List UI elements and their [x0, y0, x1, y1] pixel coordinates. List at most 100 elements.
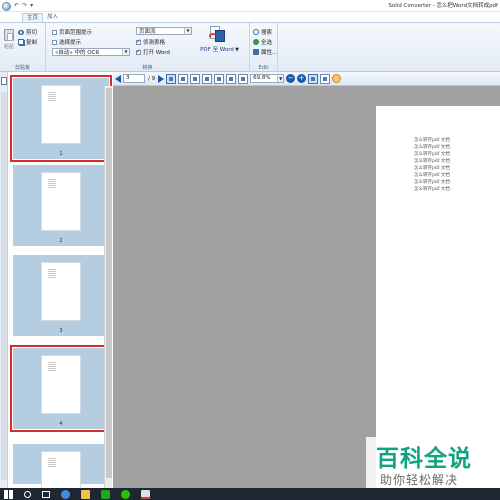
document-text-line: 怎么转存pdf 文档 — [414, 187, 450, 192]
document-text-line: 怎么转存pdf 文档 — [414, 180, 450, 185]
taskbar — [0, 488, 500, 500]
properties-label: 属性... — [261, 50, 278, 56]
page-range-hint-checkbox[interactable]: 页面范围提示 — [52, 28, 92, 36]
thumbnail-page-number: 1 — [59, 151, 63, 157]
document-viewport[interactable]: 怎么转存pdf 文档 怎么转存pdf 文档 怎么转存pdf 文档 怎么转存pdf… — [113, 86, 500, 488]
ocr-dropdown-value: «自动» 中的 OCR — [55, 50, 100, 56]
next-page-icon[interactable] — [158, 74, 165, 83]
app-logo-icon[interactable] — [2, 1, 11, 11]
search-label: 搜索 — [261, 30, 273, 36]
continuous-view-icon[interactable] — [178, 73, 189, 84]
edge-browser-icon[interactable] — [61, 489, 70, 499]
edit-group-label: Edit — [258, 65, 269, 71]
chevron-down-icon[interactable]: ▼ — [122, 49, 129, 55]
chevron-down-icon[interactable]: ▼ — [184, 28, 191, 34]
cut-button[interactable]: 剪切 — [18, 28, 37, 36]
snapshot-tool-icon[interactable] — [320, 73, 331, 84]
solid-converter-taskbar-icon[interactable] — [141, 489, 150, 499]
single-page-view-icon[interactable] — [166, 73, 177, 84]
pdf-to-word-icon — [208, 25, 226, 43]
detect-tables-checkbox[interactable]: 侦测表格 — [136, 38, 165, 46]
clipboard-group: 粘贴 剪切 复制 剪贴板 — [0, 23, 46, 72]
thumbnail-panel: 1 2 3 4 — [8, 72, 113, 500]
properties-button[interactable]: 属性... — [253, 48, 277, 56]
pdf-to-word-button[interactable]: PDF 至 Word ▼ — [194, 25, 240, 59]
convert-group: 页面范围提示 选择提示 «自动» 中的 OCR ▼ 页面流 ▼ 侦测表格 打开 … — [46, 23, 250, 72]
hand-tool-icon[interactable] — [332, 74, 342, 83]
document-text-line: 怎么转存pdf 文档 — [414, 145, 450, 150]
left-side-strip — [0, 72, 8, 488]
open-word-label: 打开 Word — [143, 50, 170, 56]
page-flow-dropdown-value: 页面流 — [139, 29, 156, 35]
document-page: 怎么转存pdf 文档 怎么转存pdf 文档 怎么转存pdf 文档 怎么转存pdf… — [376, 106, 500, 488]
properties-icon — [253, 49, 259, 55]
facing-view-icon[interactable] — [190, 73, 201, 84]
quick-access-toolbar: ↶ ↷ ▾ — [2, 1, 33, 11]
search-button[interactable]: 搜索 — [253, 28, 272, 36]
document-text-line: 怎么转存pdf 文档 — [414, 152, 450, 157]
ocr-dropdown[interactable]: «自动» 中的 OCR ▼ — [52, 48, 130, 56]
search-icon[interactable] — [24, 490, 31, 498]
thumbnail-scrollbar[interactable] — [104, 86, 112, 488]
select-tool-icon[interactable] — [308, 73, 319, 84]
task-view-icon[interactable] — [42, 490, 50, 498]
file-explorer-icon[interactable] — [81, 489, 90, 499]
watermark-brand: 百科全说 — [376, 446, 472, 472]
page-thumbnail[interactable]: 2 — [13, 165, 109, 246]
copy-button[interactable]: 复制 — [18, 38, 37, 46]
copy-label: 复制 — [26, 40, 38, 46]
select-all-icon — [253, 39, 259, 45]
redo-button[interactable]: ↷ — [22, 1, 27, 11]
undo-button[interactable]: ↶ — [14, 1, 19, 11]
document-text-line: 怎么转存pdf 文档 — [414, 166, 450, 171]
ribbon: 粘贴 剪切 复制 剪贴板 页面范围提示 选择提示 «自动» 中的 OCR ▼ 页… — [0, 22, 500, 72]
page-count: / 9 — [148, 75, 156, 82]
zoom-out-icon[interactable]: − — [286, 74, 296, 83]
thumbnail-page-number: 3 — [59, 328, 63, 334]
select-all-button[interactable]: 全选 — [253, 38, 272, 46]
fit-width-icon[interactable] — [226, 73, 237, 84]
convert-group-label: 转换 — [142, 65, 153, 71]
pdf-to-word-label: PDF 至 Word — [200, 47, 234, 53]
selection-hint-label: 选择提示 — [59, 40, 82, 46]
paste-button[interactable]: 粘贴 — [3, 29, 15, 55]
clipboard-group-label: 剪贴板 — [14, 65, 30, 71]
page-thumbnail[interactable] — [13, 444, 109, 500]
edit-group: 搜索 全选 属性... Edit — [250, 23, 278, 72]
tab-home[interactable]: 主页 — [22, 13, 44, 22]
zoom-in-icon[interactable]: + — [297, 74, 307, 83]
pages-panel-icon[interactable] — [1, 77, 7, 85]
green-app-icon[interactable] — [101, 489, 110, 499]
zoom-dropdown[interactable]: 69.8% ▼ — [250, 74, 285, 83]
ribbon-tabs: 主页 加入 — [0, 12, 500, 22]
side-strip-scrollbar[interactable] — [1, 92, 7, 480]
checkbox-icon — [52, 39, 57, 45]
open-word-checkbox[interactable]: 打开 Word — [136, 48, 170, 56]
chevron-down-icon[interactable]: ▼ — [277, 75, 284, 82]
watermark: 百科全说 助你轻松解决 — [366, 437, 500, 493]
document-text-line: 怎么转存pdf 文档 — [414, 138, 450, 143]
actual-size-icon[interactable] — [238, 73, 249, 84]
clipboard-icon — [4, 29, 14, 41]
windows-start-icon[interactable] — [4, 489, 13, 499]
page-thumbnail[interactable]: 4 — [10, 345, 112, 432]
chevron-down-icon[interactable]: ▼ — [235, 47, 239, 53]
continuous-facing-view-icon[interactable] — [202, 73, 213, 84]
selection-hint-checkbox[interactable]: 选择提示 — [52, 38, 81, 46]
previous-page-icon[interactable] — [115, 74, 121, 83]
wechat-icon[interactable] — [121, 489, 130, 499]
document-text-line: 怎么转存pdf 文档 — [414, 173, 450, 178]
thumbnail-page-preview — [42, 86, 80, 143]
page-number-input[interactable]: 3 — [123, 74, 145, 83]
scrollbar-thumb[interactable] — [106, 88, 112, 478]
page-thumbnail[interactable]: 1 — [10, 75, 112, 162]
checkbox-checked-icon — [136, 48, 141, 55]
tab-addins[interactable]: 加入 — [43, 13, 62, 22]
customize-qat-button[interactable]: ▾ — [30, 1, 33, 11]
thumbnail-page-preview — [42, 173, 80, 230]
page-flow-dropdown[interactable]: 页面流 ▼ — [136, 27, 192, 35]
page-thumbnail[interactable]: 3 — [13, 255, 109, 336]
select-all-label: 全选 — [261, 40, 273, 46]
fit-page-icon[interactable] — [214, 73, 225, 84]
title-bar: ↶ ↷ ▾ Solid Converter - 怎么把Word文档转成pdf — [0, 0, 500, 12]
